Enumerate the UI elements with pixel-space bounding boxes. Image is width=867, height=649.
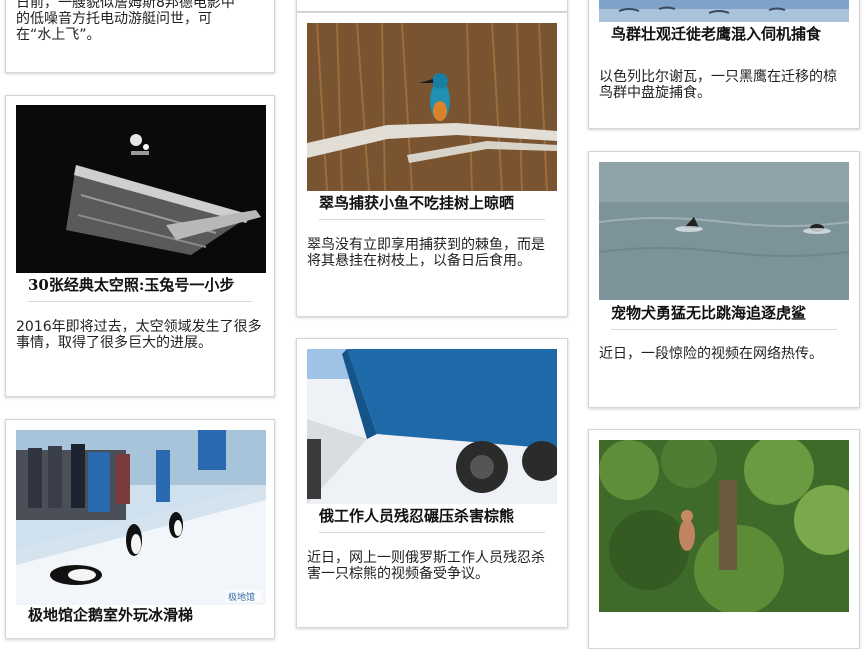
title-separator [319,219,545,220]
eagle-photo[interactable] [599,0,849,22]
news-card-shark: 宠物犬勇猛无比跳海追逐虎鲨 近日，一段惊险的视频在网络热传。 [588,151,860,408]
news-card-penguin: 极地馆 极地馆企鹅室外玩冰滑梯 [5,419,275,639]
card-description: 日前，一艘貌似詹姆斯8邦德电影中的低噪音方托电动游艇问世，可在“水上飞”。 [16,0,235,43]
news-card-space: 30张经典太空照:玉兔号一小步 2016年即将过去，太空领域发生了很多事情，取得… [5,95,275,397]
title-separator [611,329,837,330]
kingfisher-photo[interactable] [307,23,557,191]
card-title-shark[interactable]: 宠物犬勇猛无比跳海追逐虎鲨 [611,304,837,323]
card-title-kingfisher[interactable]: 翠鸟捕获小鱼不吃挂树上晾晒 [319,194,545,213]
shark-photo[interactable] [599,162,849,300]
news-card-boat: 日前，一艘貌似詹姆斯8邦德电影中的低噪音方托电动游艇问世，可在“水上飞”。 [5,0,275,73]
space-photo[interactable] [16,105,266,273]
card-description: 近日，网上一则俄罗斯工作人员残忍杀害一只棕熊的视频备受争议。 [307,550,545,582]
watermark-text: 极地馆 [228,591,255,603]
news-card-eagle: 鸟群壮观迁徙老鹰混入伺机捕食 以色列比尔谢瓦，一只黑鹰在迁移的椋鸟群中盘旋捕食。 [588,0,860,129]
penguin-photo[interactable]: 极地馆 [16,430,266,605]
news-card-border-top [296,0,568,12]
news-card-forest [588,429,860,649]
card-title-eagle[interactable]: 鸟群壮观迁徙老鹰混入伺机捕食 [611,25,831,44]
card-title-penguin[interactable]: 极地馆企鹅室外玩冰滑梯 [28,606,252,625]
news-card-kingfisher: 翠鸟捕获小鱼不吃挂树上晾晒 翠鸟没有立即享用捕获到的棘鱼，而是将其悬挂在树枝上，… [296,12,568,317]
card-description: 2016年即将过去，太空领域发生了很多事情，取得了很多巨大的进展。 [16,319,262,351]
card-description: 以色列比尔谢瓦，一只黑鹰在迁移的椋鸟群中盘旋捕食。 [599,69,837,101]
forest-photo[interactable] [599,440,849,612]
card-title-bear[interactable]: 俄工作人员残忍碾压杀害棕熊 [319,507,545,526]
card-title-space[interactable]: 30张经典太空照:玉兔号一小步 [28,276,252,295]
card-description: 翠鸟没有立即享用捕获到的棘鱼，而是将其悬挂在树枝上，以备日后食用。 [307,237,545,269]
title-separator [28,301,252,302]
news-card-bear: 俄工作人员残忍碾压杀害棕熊 近日，网上一则俄罗斯工作人员残忍杀害一只棕熊的视频备… [296,338,568,628]
card-description: 近日，一段惊险的视频在网络热传。 [599,346,823,362]
bear-photo[interactable] [307,349,557,504]
title-separator [319,532,545,533]
